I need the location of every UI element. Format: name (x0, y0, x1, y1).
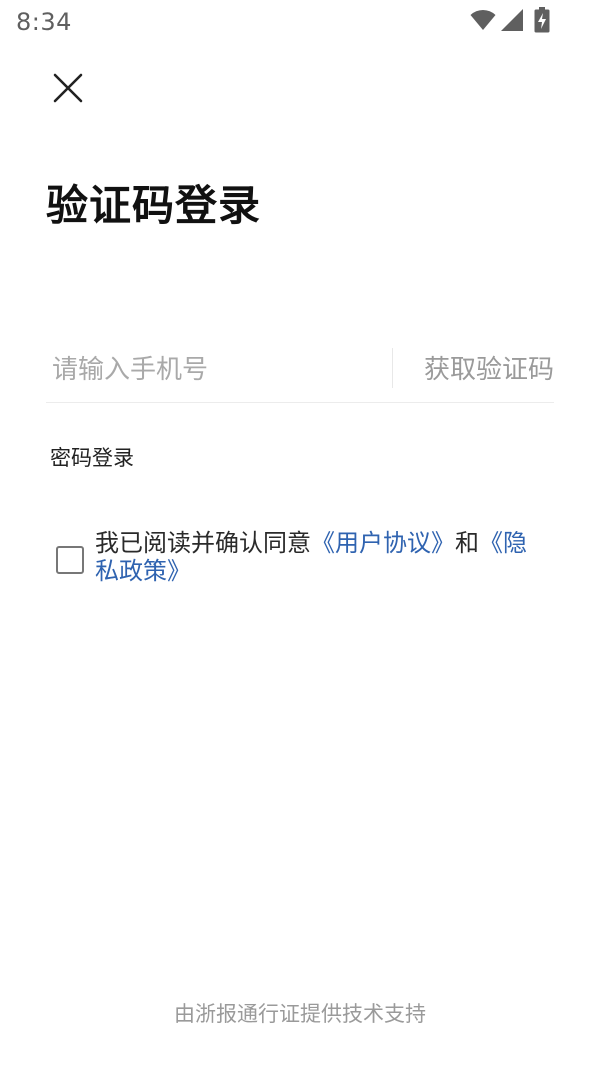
get-code-button[interactable]: 获取验证码 (424, 338, 554, 402)
close-button[interactable] (48, 70, 88, 110)
signal-icon (500, 8, 524, 36)
close-icon (53, 73, 83, 107)
agreement-conjunction: 和 (455, 529, 479, 557)
status-time: 8:34 (16, 8, 72, 36)
password-login-link[interactable]: 密码登录 (50, 442, 134, 472)
footer-credit: 由浙报通行证提供技术支持 (174, 1002, 426, 1026)
user-agreement-link[interactable]: 《用户协议》 (311, 529, 455, 557)
agreement-prefix: 我已阅读并确认同意 (95, 529, 311, 557)
login-screen: 8:34 验证码登录 请输入手机号 获取验证码 密码登录 我已阅读并确认同意《用… (0, 0, 600, 1066)
wifi-icon (470, 9, 496, 35)
agreement-text: 我已阅读并确认同意《用户协议》和《隐私政策》 (95, 529, 540, 585)
phone-input[interactable] (46, 338, 382, 402)
page-title: 验证码登录 (46, 181, 262, 230)
battery-charging-icon (534, 7, 550, 37)
vertical-divider (392, 348, 393, 388)
phone-row: 获取验证码 (46, 338, 554, 403)
status-bar: 8:34 (0, 0, 600, 48)
status-icons (470, 7, 550, 37)
agreement-checkbox[interactable] (56, 546, 84, 574)
